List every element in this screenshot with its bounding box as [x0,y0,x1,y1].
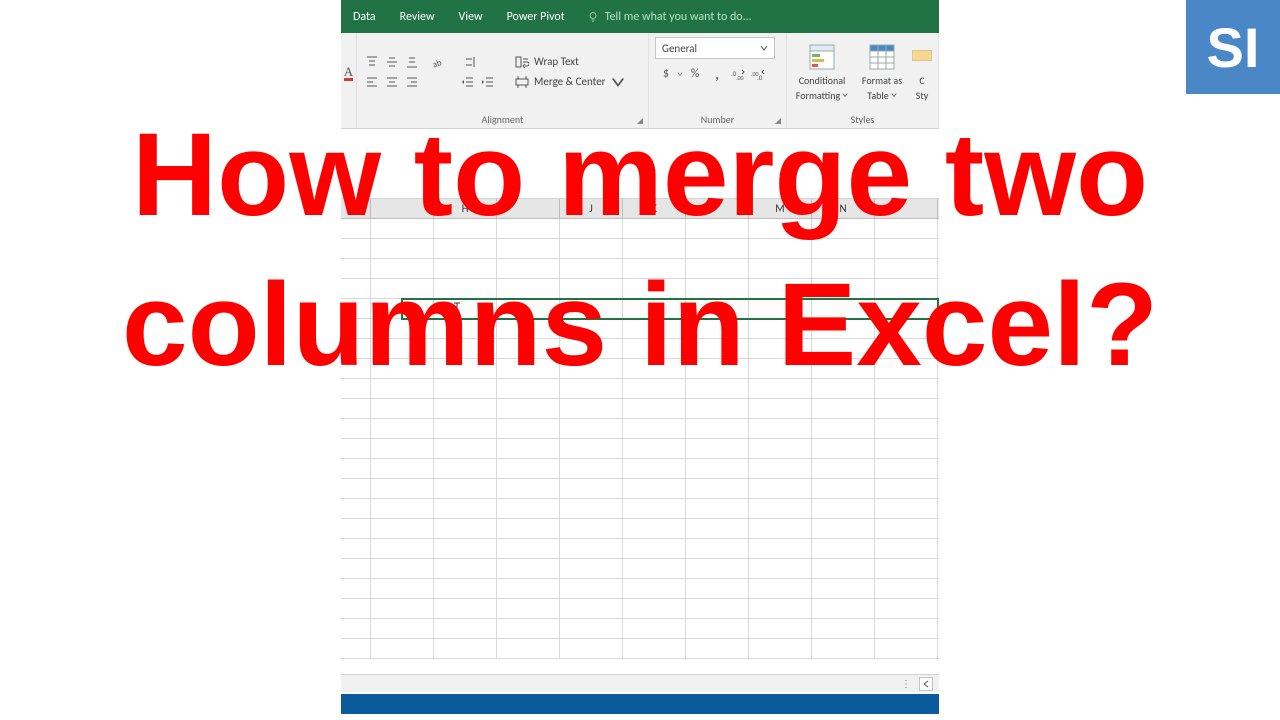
decrease-decimal-button[interactable]: .00.0 [749,65,767,83]
tell-me-placeholder: Tell me what you want to do... [605,10,752,24]
number-format-select[interactable]: General [655,37,775,59]
column-header[interactable] [371,199,434,218]
formula-bar-area[interactable] [341,129,939,199]
percent-format-button[interactable]: % [685,65,705,83]
status-bar [341,694,939,714]
column-header-n[interactable]: N [812,199,875,218]
format-as-table-button[interactable]: Format as Table [855,40,909,104]
increase-indent-button[interactable] [479,73,497,91]
align-top-button[interactable] [363,53,381,71]
column-header-j[interactable]: J [560,199,623,218]
wrap-text-label: Wrap Text [534,55,579,68]
chevron-down-icon [891,92,897,98]
column-header-m[interactable]: M [749,199,812,218]
alignment-dialog-launcher[interactable]: ◢ [635,116,645,126]
merge-center-label: Merge & Center [534,75,606,88]
scroll-left-button[interactable] [919,677,933,691]
spreadsheet-grid[interactable] [341,219,939,665]
column-header-blank[interactable] [341,199,371,218]
ribbon-group-styles: Conditional Formatting Format as Table [787,33,939,128]
alignment-group-label: Alignment [482,113,524,126]
align-middle-button[interactable] [383,53,401,71]
font-color-button[interactable]: A [342,63,355,81]
increase-decimal-button[interactable]: .0.00 [729,65,747,83]
ribbon-group-alignment: ab Wrap Text [357,33,649,128]
ribbon-group-font-fragment: A [341,33,357,128]
decrease-indent-button[interactable] [459,73,477,91]
chevron-down-icon [842,92,848,98]
align-center-button[interactable] [383,73,401,91]
column-header-h[interactable]: H [434,199,497,218]
number-group-label: Number [701,113,734,126]
tab-review[interactable]: Review [388,0,447,33]
orientation-button[interactable]: ab [425,53,451,71]
column-header[interactable] [875,199,938,218]
svg-text:ab: ab [431,57,444,69]
active-cell-selection[interactable] [401,298,939,320]
column-headers: H J K M N [341,199,939,219]
number-dialog-launcher[interactable]: ◢ [773,116,783,126]
text-cursor-icon [453,302,454,318]
channel-logo-text: SI [1207,15,1260,80]
cell-styles-icon [911,42,933,72]
align-bottom-button[interactable] [403,53,421,71]
align-left-button[interactable] [363,73,381,91]
ribbon-group-number: General $ % , .0.00 .00.0 Number ◢ [649,33,787,128]
svg-text:.00: .00 [736,74,744,81]
accounting-format-button[interactable]: $ [655,65,677,83]
chevron-down-icon [760,44,768,52]
ribbon-body: A [341,33,939,129]
merge-center-button[interactable]: Merge & Center [509,73,631,91]
align-right-button[interactable] [403,73,421,91]
format-as-table-icon [867,42,897,72]
comma-format-button[interactable]: , [707,65,727,83]
number-format-value: General [662,42,697,55]
conditional-formatting-icon [807,42,837,72]
lightbulb-icon [587,11,599,23]
wrap-text-button[interactable]: Wrap Text [509,53,631,71]
ribbon-tabs: Data Review View Power Pivot Tell me wha… [341,0,939,33]
sheet-tab-strip: ⋮ [341,674,939,692]
column-header[interactable] [686,199,749,218]
tab-power-pivot[interactable]: Power Pivot [495,0,577,33]
channel-logo: SI [1186,0,1280,94]
chevron-down-icon [611,75,625,89]
wrap-orientation-dropdown[interactable] [459,53,481,71]
cell-styles-button[interactable]: C Sty [911,40,933,104]
tab-data[interactable]: Data [341,0,388,33]
conditional-formatting-button[interactable]: Conditional Formatting [791,40,853,104]
tell-me-search[interactable]: Tell me what you want to do... [577,0,762,33]
excel-window: Data Review View Power Pivot Tell me wha… [341,0,939,720]
column-header[interactable] [497,199,560,218]
tab-view[interactable]: View [447,0,495,33]
sheet-scroll-dots[interactable]: ⋮ [901,677,913,690]
svg-text:.0: .0 [757,73,763,81]
column-header-k[interactable]: K [623,199,686,218]
styles-group-label: Styles [851,113,875,126]
chevron-down-icon [677,71,683,77]
